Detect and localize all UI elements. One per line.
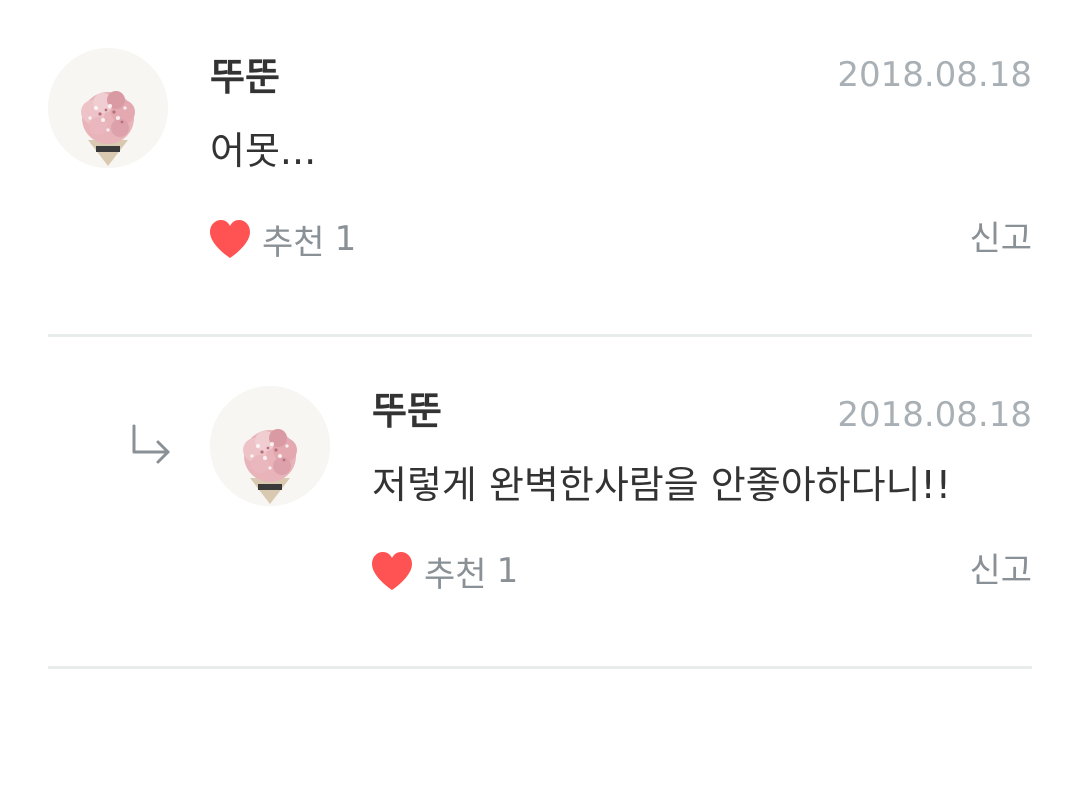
username: 뚜뚠 (210, 55, 280, 99)
comment-text: 저렇게 완벽한사람을 안좋아하다니!! (372, 463, 952, 507)
heart-icon (372, 552, 412, 590)
comment-item: 뚜뚠 2018.08.18 어못... 추천 1 신고 (0, 0, 1080, 338)
flower-bouquet-avatar-icon (210, 386, 330, 506)
like-label: 추천 (262, 222, 325, 263)
comment-divider (48, 666, 1032, 669)
report-button[interactable]: 신고 (969, 222, 1032, 256)
avatar[interactable] (210, 386, 330, 506)
reply-comment-item: 뚜뚠 2018.08.18 저렇게 완벽한사람을 안좋아하다니!! 추천 1 신… (0, 338, 1080, 668)
heart-icon (210, 220, 250, 258)
report-button[interactable]: 신고 (969, 554, 1032, 588)
flower-bouquet-avatar-icon (48, 48, 168, 168)
comment-divider (48, 334, 1032, 337)
comment-date: 2018.08.18 (837, 55, 1032, 95)
like-button[interactable]: 추천 1 (208, 216, 357, 263)
username: 뚜뚠 (372, 389, 442, 433)
avatar[interactable] (48, 48, 168, 168)
like-count: 1 (334, 219, 357, 259)
comment-text: 어못... (210, 129, 317, 173)
like-count: 1 (496, 551, 519, 591)
like-button[interactable]: 추천 1 (370, 548, 519, 595)
like-label: 추천 (424, 554, 487, 595)
comment-date: 2018.08.18 (837, 395, 1032, 435)
reply-arrow-icon (128, 422, 176, 470)
